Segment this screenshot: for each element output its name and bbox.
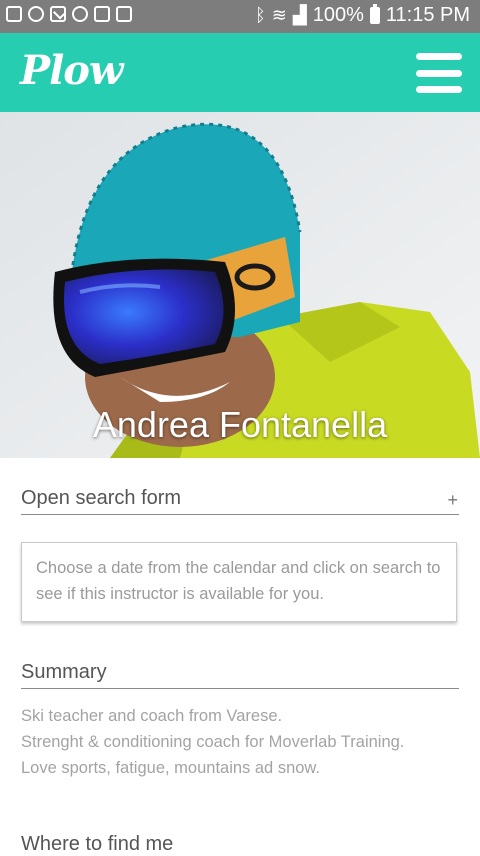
hamburger-menu-icon[interactable]: [416, 53, 462, 93]
briefcase-icon: [116, 6, 132, 22]
instructor-name: Andrea Fontanella: [92, 404, 388, 445]
battery-icon: [369, 4, 380, 24]
profile-hero: Andrea Fontanella: [0, 112, 480, 458]
summary-text: Ski teacher and coach from Varese. Stren…: [21, 703, 461, 781]
search-hint-text: Choose a date from the calendar and clic…: [36, 559, 441, 603]
clock: 11:15 PM: [385, 4, 470, 26]
app-header: Plow: [0, 33, 480, 112]
menu-bar: [416, 86, 462, 93]
whatsapp-icon: [28, 6, 44, 22]
sync-icon: [72, 6, 88, 22]
screenshot-icon: [94, 6, 110, 22]
search-hint-box: Choose a date from the calendar and clic…: [21, 542, 457, 622]
open-search-form-toggle[interactable]: Open search form: [21, 487, 181, 510]
expand-plus-icon[interactable]: +: [447, 490, 458, 511]
notification-icons: [6, 6, 132, 22]
summary-line: Strenght & conditioning coach for Moverl…: [21, 733, 405, 751]
summary-title: Summary: [21, 661, 107, 683]
gmail-icon: [50, 6, 66, 22]
where-to-find-me-title: Where to find me: [21, 833, 174, 855]
app-logo[interactable]: Plow: [20, 47, 123, 94]
wifi-icon: ≋: [271, 5, 287, 25]
status-bar: ᛒ ≋ ▟ 100% 11:15 PM: [0, 0, 480, 33]
menu-bar: [416, 69, 462, 77]
image-icon: [6, 6, 22, 22]
menu-bar: [416, 53, 462, 60]
bluetooth-icon: ᛒ: [254, 5, 266, 25]
summary-line: Ski teacher and coach from Varese.: [21, 707, 283, 725]
summary-line: Love sports, fatigue, mountains ad snow.: [21, 759, 321, 777]
battery-percent: 100%: [312, 4, 364, 26]
divider: [21, 688, 459, 689]
status-right: ᛒ ≋ ▟ 100% 11:15 PM: [255, 4, 470, 27]
divider: [21, 514, 459, 515]
signal-icon: ▟: [292, 5, 307, 25]
